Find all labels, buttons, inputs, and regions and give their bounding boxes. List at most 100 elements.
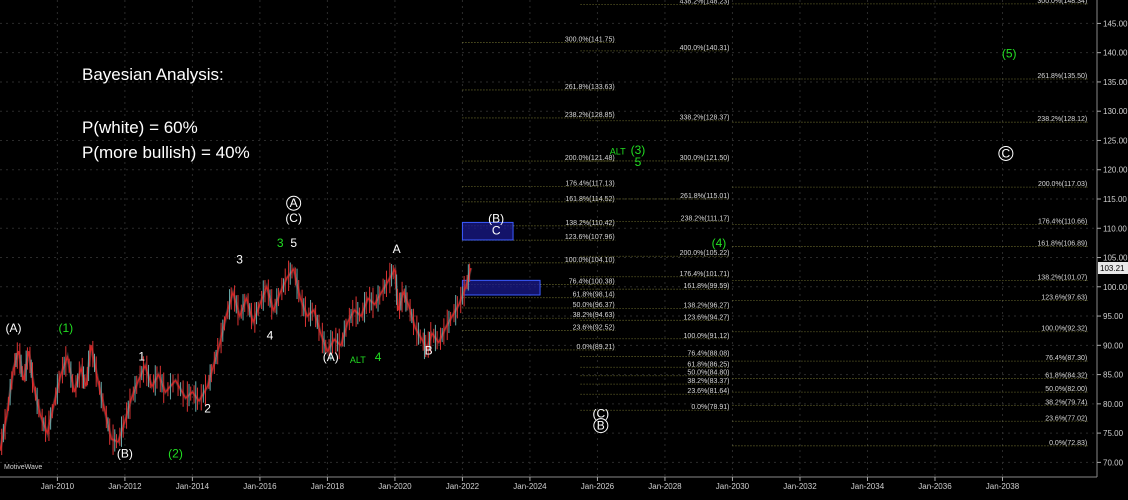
probability-white: P(white) = 60% xyxy=(82,118,198,137)
fib-level-label: 0.0%(78.91) xyxy=(691,404,729,411)
x-tick-label: Jan-2032 xyxy=(783,482,817,491)
fib-level-label: 38.2%(94.63) xyxy=(573,312,615,319)
y-tick-label: 145.00 xyxy=(1103,19,1128,28)
y-tick-label: 135.00 xyxy=(1103,78,1128,87)
fib-level-label: 176.4%(110.66) xyxy=(1038,218,1087,225)
wave-label: C xyxy=(1002,146,1011,160)
fib-level-label: 23.6%(92.52) xyxy=(573,325,615,332)
x-tick-label: Jan-2012 xyxy=(108,482,142,491)
x-tick-label: Jan-2024 xyxy=(513,482,547,491)
y-tick-label: 125.00 xyxy=(1103,136,1128,145)
wave-label: (A) xyxy=(323,350,339,364)
bayesian-title: Bayesian Analysis: xyxy=(82,65,224,84)
fib-level-label: 23.6%(77.02) xyxy=(1045,415,1087,422)
y-tick-label: 115.00 xyxy=(1103,195,1127,204)
fib-level-label: 100.0%(104.10) xyxy=(565,257,615,264)
wave-label: B xyxy=(425,344,433,358)
x-tick-label: Jan-2036 xyxy=(918,482,952,491)
fib-level-label: 50.0%(84.80) xyxy=(687,370,729,377)
y-tick-label: 80.00 xyxy=(1103,400,1124,409)
y-tick-label: 75.00 xyxy=(1103,429,1124,438)
wave-label: ALT xyxy=(350,355,366,365)
fib-level-label: 61.8%(86.25) xyxy=(687,361,729,368)
fib-level-label: 238.2%(128.85) xyxy=(565,112,615,119)
last-price-label: 103.21 xyxy=(1100,264,1125,273)
fib-level-label: 38.2%(83.37) xyxy=(687,378,729,385)
x-tick-label: Jan-2038 xyxy=(986,482,1020,491)
wave-label: ALT xyxy=(610,147,626,157)
wave-label: 3 xyxy=(277,236,284,250)
fib-level-label: 50.0%(96.37) xyxy=(573,302,615,309)
wave-label: B xyxy=(597,419,605,433)
wave-label: (5) xyxy=(1002,46,1017,60)
fib-level-label: 76.4%(100.38) xyxy=(569,279,615,286)
y-tick-label: 120.00 xyxy=(1103,166,1128,175)
wave-label: (C) xyxy=(285,211,302,225)
wave-label: (1) xyxy=(58,321,73,335)
fib-level-label: 300.0%(141.75) xyxy=(565,36,615,43)
fib-level-label: 300.0%(148.34) xyxy=(1037,0,1087,5)
x-tick-label: Jan-2014 xyxy=(176,482,210,491)
y-tick-label: 100.00 xyxy=(1103,283,1128,292)
fib-level-label: 0.0%(89.21) xyxy=(577,344,615,351)
x-tick-label: Jan-2034 xyxy=(851,482,885,491)
fib-level-label: 123.6%(97.63) xyxy=(1041,295,1087,302)
target-box xyxy=(461,279,541,296)
y-tick-label: 85.00 xyxy=(1103,371,1124,380)
y-tick-label: 70.00 xyxy=(1103,458,1124,467)
wave-label: (4) xyxy=(712,236,727,250)
fib-level-label: 238.2%(111.17) xyxy=(681,215,730,222)
wave-label: 3 xyxy=(236,252,243,266)
fib-level-label: 123.6%(94.27) xyxy=(684,314,730,321)
wave-label: 2 xyxy=(204,402,211,416)
fib-level-label: 100.0%(92.32) xyxy=(1041,326,1087,333)
y-tick-label: 140.00 xyxy=(1103,49,1128,58)
fib-level-label: 76.4%(88.08) xyxy=(687,351,729,358)
x-tick-label: Jan-2016 xyxy=(243,482,277,491)
y-tick-label: 110.00 xyxy=(1103,224,1127,233)
fib-level-label: 100.0%(91.12) xyxy=(684,333,730,340)
x-tick-label: Jan-2018 xyxy=(311,482,345,491)
wave-label: A xyxy=(290,196,298,210)
x-tick-label: Jan-2022 xyxy=(446,482,480,491)
fib-level-label: 438.2%(148.23) xyxy=(680,0,730,6)
fib-level-label: 261.8%(133.63) xyxy=(565,84,615,91)
fib-level-label: 176.4%(117.13) xyxy=(565,181,614,188)
x-tick-label: Jan-2028 xyxy=(648,482,682,491)
wave-label: (B) xyxy=(117,447,133,461)
x-tick-label: Jan-2020 xyxy=(378,482,412,491)
x-tick-label: Jan-2026 xyxy=(581,482,615,491)
fib-level-label: 400.0%(140.31) xyxy=(680,45,730,52)
wave-label: A xyxy=(393,242,401,256)
fib-level-label: 61.8%(84.32) xyxy=(1045,373,1087,380)
fib-level-label: 138.2%(101.07) xyxy=(1037,275,1087,282)
fib-level-label: 161.8%(106.89) xyxy=(1037,240,1087,247)
fib-level-label: 138.2%(110.42) xyxy=(565,220,614,227)
wave-label: (A) xyxy=(6,321,22,335)
fib-level-label: 261.8%(135.50) xyxy=(1037,73,1087,80)
fib-level-label: 23.6%(81.64) xyxy=(687,388,729,395)
fib-level-label: 50.0%(82.00) xyxy=(1045,386,1087,393)
fib-level-label: 300.0%(121.50) xyxy=(680,155,730,162)
wave-label: C xyxy=(492,224,501,238)
wave-label: 5 xyxy=(635,155,642,169)
y-tick-label: 130.00 xyxy=(1103,107,1128,116)
x-tick-label: Jan-2010 xyxy=(41,482,75,491)
fib-level-label: 200.0%(105.22) xyxy=(680,250,730,257)
fib-level-label: 0.0%(72.83) xyxy=(1049,440,1087,447)
fib-level-label: 238.2%(128.12) xyxy=(1037,116,1087,123)
fib-level-label: 338.2%(128.37) xyxy=(680,115,730,122)
wave-label: 4 xyxy=(375,350,382,364)
fib-level-label: 176.4%(101.71) xyxy=(680,271,730,278)
wave-label: 1 xyxy=(138,350,145,364)
wave-label: 5 xyxy=(290,236,297,250)
fib-level-label: 138.2%(96.27) xyxy=(684,303,730,310)
y-tick-label: 95.00 xyxy=(1103,312,1124,321)
fib-level-label: 123.6%(107.96) xyxy=(565,234,615,241)
fib-level-label: 200.0%(117.03) xyxy=(1038,181,1087,188)
probability-bullish: P(more bullish) = 40% xyxy=(82,143,250,162)
fib-level-label: 261.8%(115.01) xyxy=(680,193,729,200)
y-tick-label: 90.00 xyxy=(1103,341,1124,350)
wave-label: 4 xyxy=(267,328,274,342)
fib-level-label: 161.8%(99.59) xyxy=(684,283,730,290)
